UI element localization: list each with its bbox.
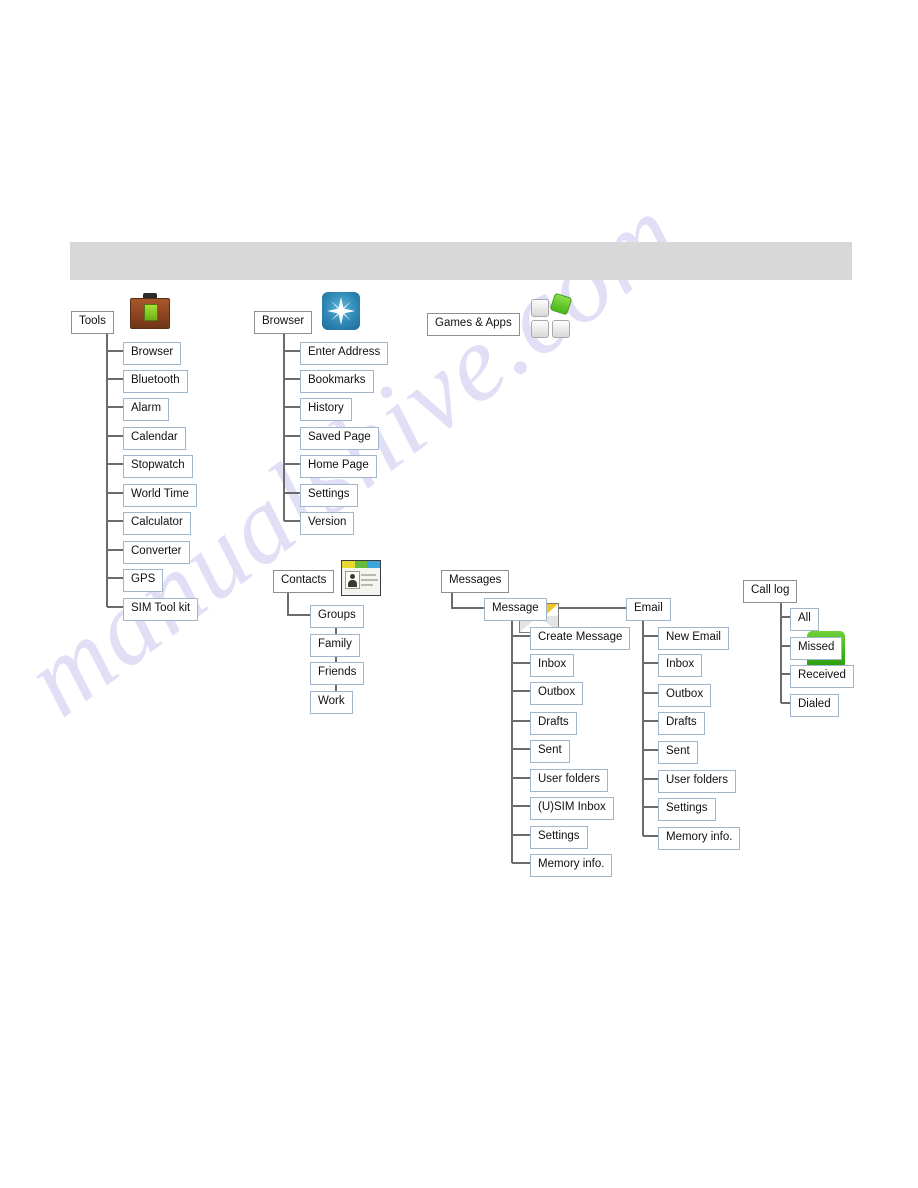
node-messages-email[interactable]: Email (626, 598, 671, 621)
node-contacts-groups[interactable]: Groups (310, 605, 364, 628)
starburst-icon (322, 292, 360, 330)
node-message-inbox[interactable]: Inbox (530, 654, 575, 677)
node-tools-gps[interactable]: GPS (123, 569, 164, 592)
node-contacts-friends[interactable]: Friends (310, 662, 365, 685)
node-call-log-missed[interactable]: Missed (790, 637, 843, 660)
node-call-log-all[interactable]: All (790, 608, 819, 631)
node-call-log-dialed[interactable]: Dialed (790, 694, 839, 717)
node-message-user-folders[interactable]: User folders (530, 769, 608, 792)
node-message-memory-info[interactable]: Memory info. (530, 854, 613, 877)
menu-tree-diagram: Tools Browser Bluetooth Alarm Calendar S… (0, 0, 918, 1188)
node-browser-home-page[interactable]: Home Page (300, 455, 377, 478)
node-call-log-received[interactable]: Received (790, 665, 854, 688)
contact-card-icon (341, 560, 381, 596)
node-browser-version[interactable]: Version (300, 512, 355, 535)
node-tools-world-time[interactable]: World Time (123, 484, 197, 507)
node-browser-saved-page[interactable]: Saved Page (300, 427, 379, 450)
tiles-icon (530, 291, 574, 338)
node-contacts-family[interactable]: Family (310, 634, 360, 657)
node-tools-bluetooth[interactable]: Bluetooth (123, 370, 188, 393)
node-email-outbox[interactable]: Outbox (658, 684, 712, 707)
node-email-memory-info[interactable]: Memory info. (658, 827, 741, 850)
node-call-log-root[interactable]: Call log (743, 580, 798, 603)
node-browser-root[interactable]: Browser (254, 311, 313, 334)
node-email-user-folders[interactable]: User folders (658, 770, 736, 793)
node-email-sent[interactable]: Sent (658, 741, 698, 764)
node-email-settings[interactable]: Settings (658, 798, 716, 821)
node-tools-stopwatch[interactable]: Stopwatch (123, 455, 193, 478)
node-browser-history[interactable]: History (300, 398, 352, 421)
node-email-drafts[interactable]: Drafts (658, 712, 705, 735)
node-tools-browser[interactable]: Browser (123, 342, 182, 365)
node-tools-calculator[interactable]: Calculator (123, 512, 191, 535)
node-message-settings[interactable]: Settings (530, 826, 588, 849)
node-contacts-root[interactable]: Contacts (273, 570, 335, 593)
node-tools-root[interactable]: Tools (71, 311, 114, 334)
node-tools-calendar[interactable]: Calendar (123, 427, 186, 450)
node-tools-converter[interactable]: Converter (123, 541, 190, 564)
node-email-new-email[interactable]: New Email (658, 627, 729, 650)
node-message-sent[interactable]: Sent (530, 740, 570, 763)
node-tools-sim-tool-kit[interactable]: SIM Tool kit (123, 598, 199, 621)
node-browser-enter-address[interactable]: Enter Address (300, 342, 389, 365)
node-browser-bookmarks[interactable]: Bookmarks (300, 370, 374, 393)
node-message-drafts[interactable]: Drafts (530, 712, 577, 735)
node-contacts-work[interactable]: Work (310, 691, 353, 714)
briefcase-icon (130, 293, 170, 329)
node-messages-message[interactable]: Message (484, 598, 547, 621)
document-page: manualshive.com (0, 0, 918, 1188)
node-games-apps-root[interactable]: Games & Apps (427, 313, 520, 336)
node-email-inbox[interactable]: Inbox (658, 654, 703, 677)
node-message-usim-inbox[interactable]: (U)SIM Inbox (530, 797, 614, 820)
node-message-create-message[interactable]: Create Message (530, 627, 631, 650)
node-tools-alarm[interactable]: Alarm (123, 398, 170, 421)
node-message-outbox[interactable]: Outbox (530, 682, 584, 705)
node-messages-root[interactable]: Messages (441, 570, 510, 593)
node-browser-settings[interactable]: Settings (300, 484, 358, 507)
